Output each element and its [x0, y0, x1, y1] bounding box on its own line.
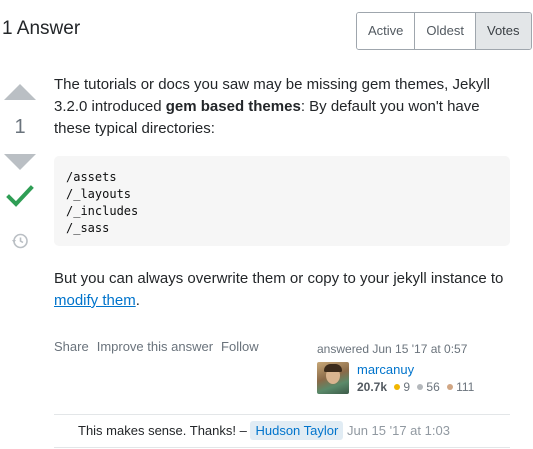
reputation-score: 20.7k	[357, 380, 388, 394]
answer-count-heading: 1 Answer	[2, 18, 81, 39]
answer-paragraph-2: But you can always overwrite them or cop…	[54, 268, 514, 312]
user-name-link[interactable]: marcanuy	[357, 362, 414, 377]
bronze-badge-count: 111	[456, 380, 475, 394]
comment: This makes sense. Thanks! – Hudson Taylo…	[78, 421, 450, 440]
follow-link[interactable]: Follow	[221, 339, 259, 354]
user-stats: 20.7k 9 56 111	[357, 380, 474, 394]
code-line: /_layouts	[66, 187, 132, 201]
bronze-badge-icon	[447, 384, 454, 391]
improve-answer-link[interactable]: Improve this answer	[97, 339, 213, 354]
silver-badge-icon	[417, 384, 424, 391]
answered-time[interactable]: answered Jun 15 '17 at 0:57	[317, 342, 517, 356]
user-card: answered Jun 15 '17 at 0:57 marcanuy 20.…	[317, 342, 517, 394]
answer-bold-text: gem based themes	[165, 98, 301, 115]
answer-body: The tutorials or docs you saw may be mis…	[54, 74, 514, 140]
code-line: /assets	[66, 170, 117, 184]
avatar-hair	[324, 364, 342, 372]
check-icon	[6, 185, 34, 207]
code-line: /_includes	[66, 204, 139, 218]
history-icon[interactable]	[11, 232, 29, 250]
answer-text: But you can always overwrite them or cop…	[54, 270, 504, 287]
code-block: /assets /_layouts /_includes /_sass	[54, 156, 510, 246]
comment-user-link[interactable]: Hudson Taylor	[250, 421, 344, 440]
sort-votes-button[interactable]: Votes	[475, 13, 531, 49]
sort-active-button[interactable]: Active	[357, 13, 416, 49]
sort-tabs: Active Oldest Votes	[356, 12, 532, 50]
sort-oldest-button[interactable]: Oldest	[415, 13, 476, 49]
vote-count: 1	[14, 116, 26, 138]
code-line: /_sass	[66, 221, 110, 235]
post-menu: Share Improve this answer Follow	[54, 339, 259, 354]
gold-badge-icon	[394, 384, 401, 391]
comment-date[interactable]: Jun 15 '17 at 1:03	[347, 423, 450, 438]
upvote-arrow-icon[interactable]	[4, 84, 36, 100]
share-link[interactable]: Share	[54, 339, 89, 354]
gold-badge-count: 9	[403, 380, 411, 394]
avatar[interactable]	[317, 362, 349, 394]
modify-them-link[interactable]: modify them	[54, 292, 136, 309]
downvote-arrow-icon[interactable]	[4, 154, 36, 170]
comment-divider	[54, 414, 510, 415]
silver-badge-count: 56	[426, 380, 440, 394]
answer-text: .	[135, 292, 140, 309]
answer-paragraph-1: The tutorials or docs you saw may be mis…	[54, 74, 514, 140]
comment-divider	[54, 447, 510, 448]
comment-text: This makes sense. Thanks! –	[78, 423, 247, 438]
